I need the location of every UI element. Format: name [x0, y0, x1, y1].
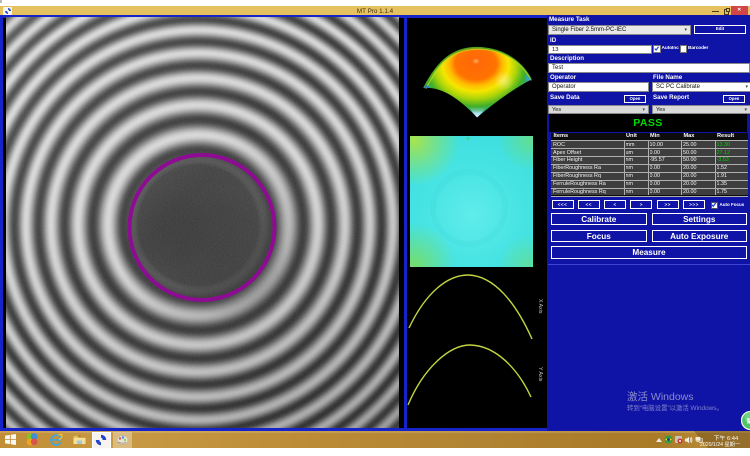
svg-text:X Axis: X Axis — [537, 299, 543, 314]
svg-text:Y Axis: Y Axis — [537, 367, 543, 382]
